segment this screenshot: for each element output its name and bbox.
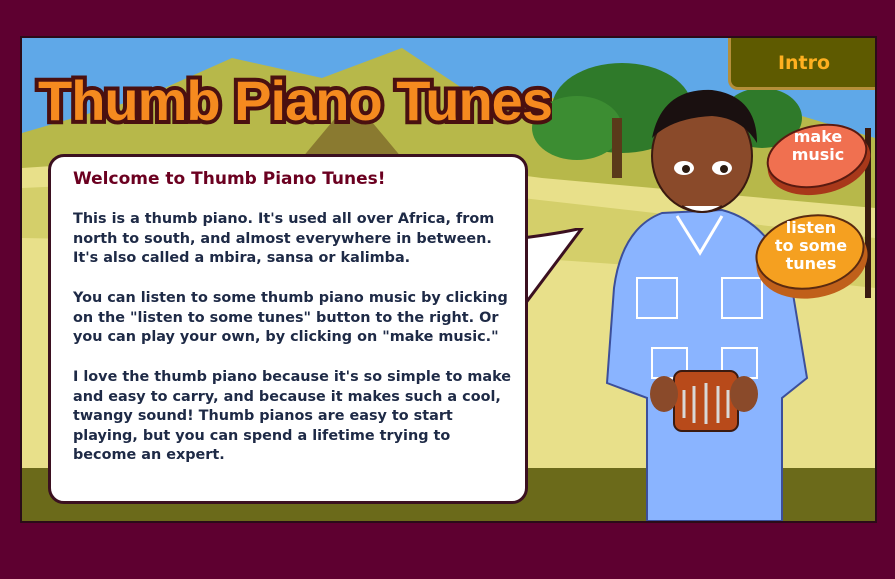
speech-bubble-tail xyxy=(522,228,584,311)
listen-to-tunes-button[interactable]: listen to some tunes xyxy=(752,206,870,304)
intro-paragraph-2: You can listen to some thumb piano music… xyxy=(73,290,508,345)
speech-bubble: Welcome to Thumb Piano Tunes! This is a … xyxy=(48,154,528,504)
tab-intro[interactable]: Intro xyxy=(728,38,875,90)
intro-paragraph-3: I love the thumb piano because it's so s… xyxy=(73,369,512,463)
game-title-logo: Thumb Piano Tunes xyxy=(34,65,552,136)
make-music-button[interactable]: make music xyxy=(764,118,872,198)
game-stage: Thumb Piano Tunes Intro Welcome to Thumb… xyxy=(20,36,877,523)
make-music-label: make music xyxy=(791,127,845,164)
listen-label: listen to some tunes xyxy=(774,218,848,273)
intro-paragraph-1: This is a thumb piano. It's used all ove… xyxy=(73,211,495,266)
welcome-heading: Welcome to Thumb Piano Tunes! xyxy=(73,169,386,189)
title-text: Thumb Piano Tunes xyxy=(38,69,552,132)
